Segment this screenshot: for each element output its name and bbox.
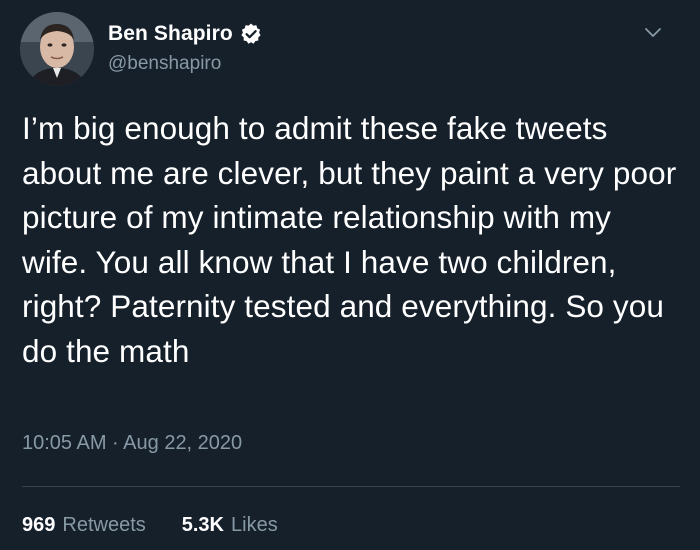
tweet-text: I’m big enough to admit these fake tweet… bbox=[22, 110, 677, 369]
author-name[interactable]: Ben Shapiro bbox=[108, 22, 233, 46]
tweet-stats: 969 Retweets 5.3K Likes bbox=[22, 514, 314, 537]
tweet-card: Ben Shapiro @benshapiro I’m big enough t… bbox=[0, 0, 700, 550]
retweets-count: 969 bbox=[22, 514, 56, 536]
retweets-stat[interactable]: 969 Retweets bbox=[22, 514, 146, 537]
author-name-row[interactable]: Ben Shapiro bbox=[108, 19, 263, 49]
likes-count: 5.3K bbox=[181, 514, 224, 536]
avatar[interactable] bbox=[20, 12, 94, 86]
user-avatar-icon bbox=[20, 12, 94, 86]
divider bbox=[22, 486, 680, 487]
verified-badge-icon bbox=[239, 22, 263, 46]
tweet-timestamp[interactable]: 10:05 AM · Aug 22, 2020 bbox=[22, 432, 242, 455]
likes-label: Likes bbox=[231, 514, 278, 536]
author-handle[interactable]: @benshapiro bbox=[108, 53, 221, 75]
chevron-down-icon[interactable] bbox=[641, 20, 665, 44]
retweets-label: Retweets bbox=[62, 514, 146, 536]
likes-stat[interactable]: 5.3K Likes bbox=[182, 514, 278, 537]
